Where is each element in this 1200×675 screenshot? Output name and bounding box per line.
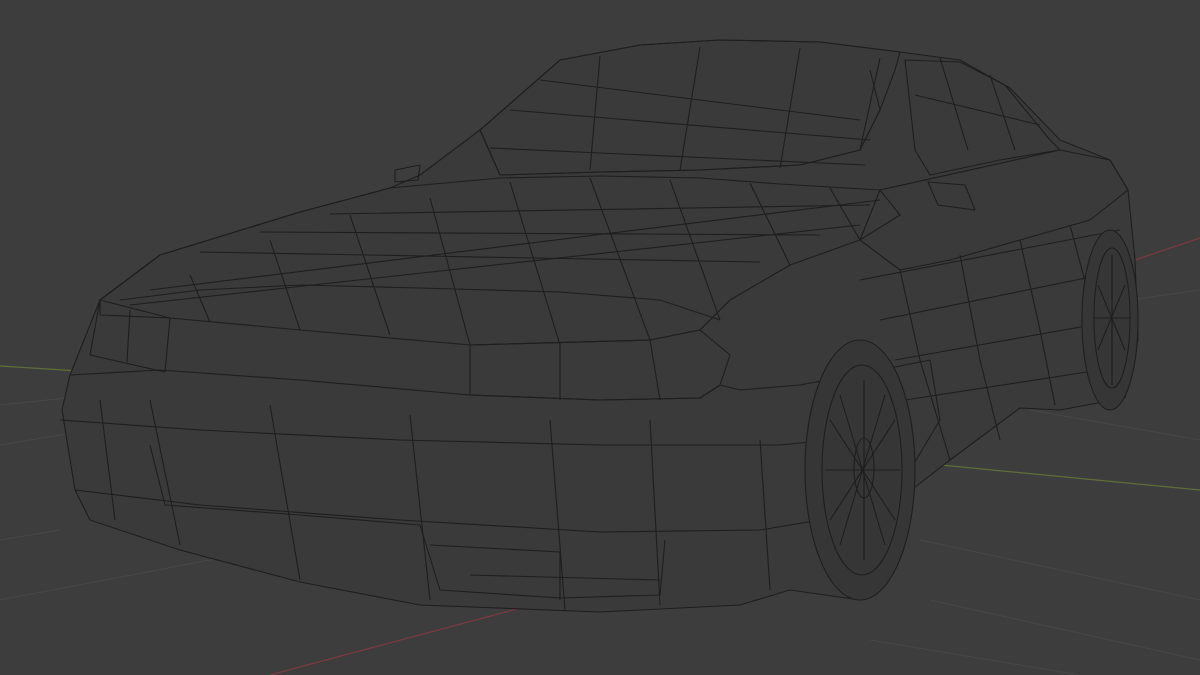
car-body	[61, 39, 1139, 613]
rear-wheel[interactable]	[1081, 229, 1139, 411]
3d-viewport[interactable]	[0, 0, 1200, 675]
car-wireframe[interactable]	[59, 39, 1139, 613]
front-wheel[interactable]	[804, 339, 916, 601]
y-axis-line-far	[919, 462, 1200, 491]
viewport-canvas[interactable]	[0, 0, 1200, 675]
